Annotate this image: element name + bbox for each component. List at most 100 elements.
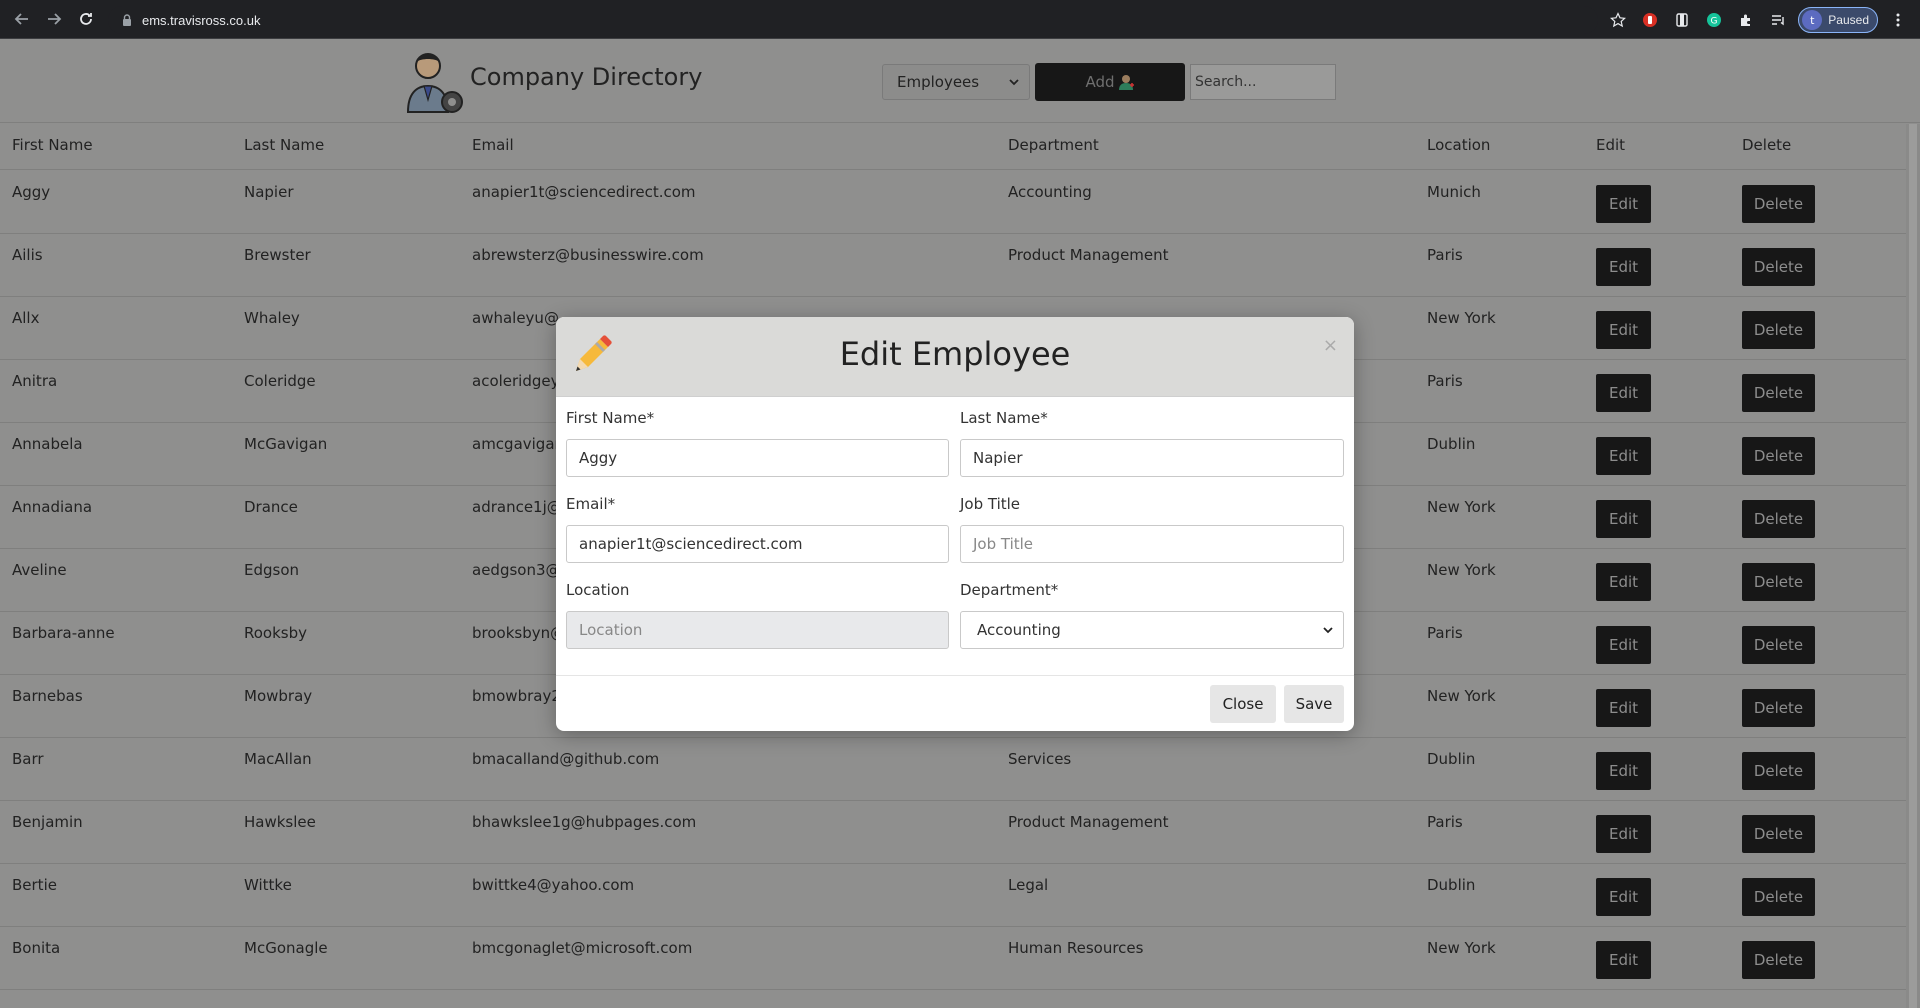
first-name-label: First Name* — [566, 409, 655, 427]
edit-button[interactable]: Edit — [1596, 689, 1651, 727]
cell-email: adrance1j@ — [472, 498, 562, 516]
edit-button[interactable]: Edit — [1596, 248, 1651, 286]
reload-button[interactable] — [70, 3, 102, 35]
browser-menu-button[interactable] — [1886, 8, 1910, 32]
save-button[interactable]: Save — [1284, 685, 1344, 723]
address-bar[interactable]: ems.travisross.co.uk — [108, 6, 1598, 34]
cell-last-name: McGavigan — [244, 435, 328, 453]
back-button[interactable] — [6, 3, 38, 35]
brand-title: Company Directory — [470, 63, 703, 91]
last-name-input[interactable]: Napier — [960, 439, 1344, 477]
reading-list-button[interactable] — [1766, 8, 1790, 32]
email-label: Email* — [566, 495, 616, 513]
search-input[interactable]: Search... — [1190, 64, 1336, 100]
scrollbar-thumb[interactable] — [1909, 124, 1917, 1008]
toolbar-actions: G t Paused — [1606, 6, 1910, 34]
column-email: Email — [472, 136, 514, 154]
cell-last-name: Napier — [244, 183, 294, 201]
table-row: Ailis Brewster abrewsterz@businesswire.com… — [0, 234, 1906, 297]
grammarly-icon: G — [1707, 13, 1722, 27]
edit-button[interactable]: Edit — [1596, 185, 1651, 223]
view-select-value: Employees — [897, 73, 980, 91]
edit-button[interactable]: Edit — [1596, 752, 1651, 790]
cell-email: anapier1t@sciencedirect.com — [472, 183, 696, 201]
edit-button[interactable]: Edit — [1596, 626, 1651, 664]
cell-last-name: Drance — [244, 498, 298, 516]
delete-button[interactable]: Delete — [1742, 941, 1815, 979]
cell-email: abrewsterz@businesswire.com — [472, 246, 704, 264]
extension-doc-button[interactable] — [1670, 8, 1694, 32]
bookmark-star-button[interactable] — [1606, 8, 1630, 32]
delete-button[interactable]: Delete — [1742, 500, 1815, 538]
edit-button[interactable]: Edit — [1596, 878, 1651, 916]
email-input[interactable]: anapier1t@sciencedirect.com — [566, 525, 949, 563]
cell-first-name: Aveline — [12, 561, 67, 579]
cell-location: New York — [1427, 309, 1496, 327]
extension-red-button[interactable] — [1638, 8, 1662, 32]
modal-header: Edit Employee × — [556, 317, 1354, 397]
add-button[interactable]: Add — [1035, 63, 1185, 101]
edit-button[interactable]: Edit — [1596, 941, 1651, 979]
star-icon — [1610, 12, 1627, 28]
close-button[interactable]: Close — [1210, 685, 1276, 723]
edit-button[interactable]: Edit — [1596, 374, 1651, 412]
url-text: ems.travisross.co.uk — [142, 12, 261, 28]
cell-location: New York — [1427, 687, 1496, 705]
delete-button[interactable]: Delete — [1742, 185, 1815, 223]
cell-department: Human Resources — [1008, 939, 1144, 957]
cell-first-name: Ailis — [12, 246, 43, 264]
edit-button[interactable]: Edit — [1596, 311, 1651, 349]
cell-first-name: Aggy — [12, 183, 51, 201]
table-row: Aggy Napier anapier1t@sciencedirect.com Acc… — [0, 171, 1906, 234]
column-edit: Edit — [1596, 136, 1626, 154]
cell-first-name: Benjamin — [12, 813, 83, 831]
department-select[interactable]: Accounting — [960, 611, 1344, 649]
lock-icon — [123, 14, 131, 26]
profile-status: Paused — [1828, 13, 1869, 27]
job-title-input[interactable]: Job Title — [960, 525, 1344, 563]
cell-first-name: Barbara-anne — [12, 624, 115, 642]
cell-email: aedgson3@ — [472, 561, 561, 579]
edit-button[interactable]: Edit — [1596, 437, 1651, 475]
delete-button[interactable]: Delete — [1742, 563, 1815, 601]
arrow-right-icon — [48, 13, 62, 25]
delete-button[interactable]: Delete — [1742, 311, 1815, 349]
cell-last-name: Brewster — [244, 246, 311, 264]
grammarly-button[interactable]: G — [1702, 8, 1726, 32]
cell-first-name: Bonita — [12, 939, 61, 957]
cell-location: Dublin — [1427, 876, 1476, 894]
cell-email: amcgavigar — [472, 435, 561, 453]
reading-list-icon — [1772, 15, 1784, 26]
cell-last-name: Mowbray — [244, 687, 313, 705]
forward-button[interactable] — [38, 3, 70, 35]
delete-button[interactable]: Delete — [1742, 626, 1815, 664]
page-scrollbar[interactable] — [1906, 124, 1920, 1008]
view-select[interactable]: Employees — [882, 64, 1030, 100]
delete-button[interactable]: Delete — [1742, 878, 1815, 916]
cell-location: New York — [1427, 561, 1496, 579]
profile-button[interactable]: t Paused — [1798, 7, 1878, 33]
edit-button[interactable]: Edit — [1596, 815, 1651, 853]
cell-email: awhaleyu@ — [472, 309, 559, 327]
department-label: Department* — [960, 581, 1059, 599]
cell-last-name: Wittke — [244, 876, 292, 894]
first-name-input[interactable]: Aggy — [566, 439, 949, 477]
modal-footer-divider — [556, 675, 1354, 676]
edit-button[interactable]: Edit — [1596, 500, 1651, 538]
document-icon — [1676, 13, 1688, 27]
extensions-button[interactable] — [1734, 8, 1758, 32]
delete-button[interactable]: Delete — [1742, 689, 1815, 727]
cell-location: Dublin — [1427, 435, 1476, 453]
delete-button[interactable]: Delete — [1742, 815, 1815, 853]
company-logo-icon — [406, 53, 463, 113]
edit-button[interactable]: Edit — [1596, 563, 1651, 601]
delete-button[interactable]: Delete — [1742, 437, 1815, 475]
cell-first-name: Anitra — [12, 372, 58, 390]
cell-location: Munich — [1427, 183, 1481, 201]
delete-button[interactable]: Delete — [1742, 752, 1815, 790]
delete-button[interactable]: Delete — [1742, 374, 1815, 412]
table-row: Bertie Wittke bwittke4@yahoo.com Legal Dubli… — [0, 864, 1906, 927]
table-row: Barr MacAllan bmacalland@github.com Service… — [0, 738, 1906, 801]
modal-close-icon[interactable]: × — [1323, 335, 1338, 356]
delete-button[interactable]: Delete — [1742, 248, 1815, 286]
